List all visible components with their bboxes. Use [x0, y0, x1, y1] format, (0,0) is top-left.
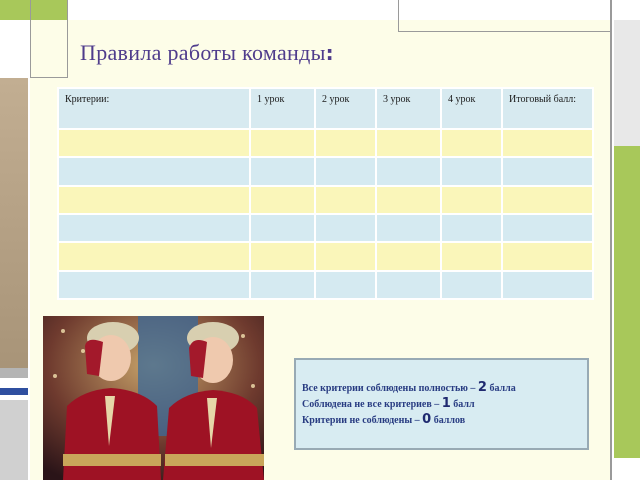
header-total-score: Итоговый балл: [501, 87, 594, 130]
table-cell [314, 241, 377, 272]
header-lesson-2: 2 урок [314, 87, 377, 130]
scoring-line-text: Критерии не соблюдены – [302, 415, 420, 426]
table-cell [440, 269, 503, 301]
table-cell [375, 212, 442, 244]
criteria-table: Критерии: 1 урок 2 урок 3 урок 4 урок Ит… [57, 87, 594, 301]
deco-gray-bottom-left [0, 400, 28, 480]
table-cell [375, 127, 442, 159]
scoring-rules-box: Все критерии соблюдены полностью – 2 бал… [294, 358, 589, 450]
table-cell [314, 184, 377, 215]
deco-frame-top-left [30, 0, 68, 78]
table-cell [501, 184, 594, 215]
table-row [57, 127, 594, 159]
header-lesson-3: 3 урок [375, 87, 442, 130]
table-cell [314, 212, 377, 244]
page-title-colon: : [325, 41, 334, 65]
table-row [57, 184, 594, 215]
deco-frame-top-right [398, 0, 612, 32]
table-cell [501, 212, 594, 244]
header-lesson-4: 4 урок [440, 87, 503, 130]
scoring-line-unit: балла [489, 383, 516, 394]
scoring-line-text: Все критерии соблюдены полностью – [302, 383, 476, 394]
header-criteria: Критерии: [57, 87, 251, 130]
page-title: Правила работы команды: [80, 40, 334, 66]
children-photo [43, 316, 264, 480]
table-cell [249, 127, 316, 159]
table-cell [57, 184, 251, 215]
table-cell [249, 241, 316, 272]
scoring-line: Критерии не соблюдены – 0 баллов [302, 412, 587, 428]
deco-gray-right [614, 20, 640, 146]
deco-green-right [614, 146, 640, 458]
header-lesson-1: 1 урок [249, 87, 316, 130]
table-cell [375, 241, 442, 272]
page-title-text: Правила работы команды [80, 40, 326, 65]
children-photo-illustration [43, 316, 264, 480]
table-cell [375, 184, 442, 215]
table-cell [375, 156, 442, 187]
scoring-line-text: Соблюдена не все критериев – [302, 399, 440, 410]
table-header-row: Критерии: 1 урок 2 урок 3 урок 4 урок Ит… [57, 87, 594, 130]
deco-blue-left [0, 388, 28, 395]
table-cell [57, 127, 251, 159]
table-cell [314, 156, 377, 187]
table-cell [57, 241, 251, 272]
scoring-line: Все критерии соблюдены полностью – 2 бал… [302, 380, 587, 396]
table-cell [440, 241, 503, 272]
scoring-line-points: 0 [422, 412, 432, 427]
deco-tan-left [0, 78, 28, 368]
table-cell [440, 156, 503, 187]
scoring-line-unit: баллов [433, 415, 466, 426]
table-cell [57, 156, 251, 187]
deco-line-right [610, 0, 612, 480]
table-cell [501, 269, 594, 301]
table-cell [249, 269, 316, 301]
table-cell [314, 127, 377, 159]
table-cell [440, 127, 503, 159]
table-cell [501, 127, 594, 159]
table-row [57, 241, 594, 272]
table-cell [440, 212, 503, 244]
table-cell [249, 212, 316, 244]
table-cell [501, 156, 594, 187]
scoring-line-unit: балл [453, 399, 475, 410]
scoring-line: Соблюдена не все критериев – 1 балл [302, 396, 587, 412]
table-cell [501, 241, 594, 272]
scoring-line-points: 2 [477, 380, 487, 395]
table-row [57, 269, 594, 301]
table-row [57, 156, 594, 187]
table-cell [249, 184, 316, 215]
table-row [57, 212, 594, 244]
table-cell [440, 184, 503, 215]
table-cell [57, 212, 251, 244]
scoring-line-points: 1 [441, 396, 451, 411]
table-cell [314, 269, 377, 301]
table-cell [375, 269, 442, 301]
table-cell [57, 269, 251, 301]
table-cell [249, 156, 316, 187]
